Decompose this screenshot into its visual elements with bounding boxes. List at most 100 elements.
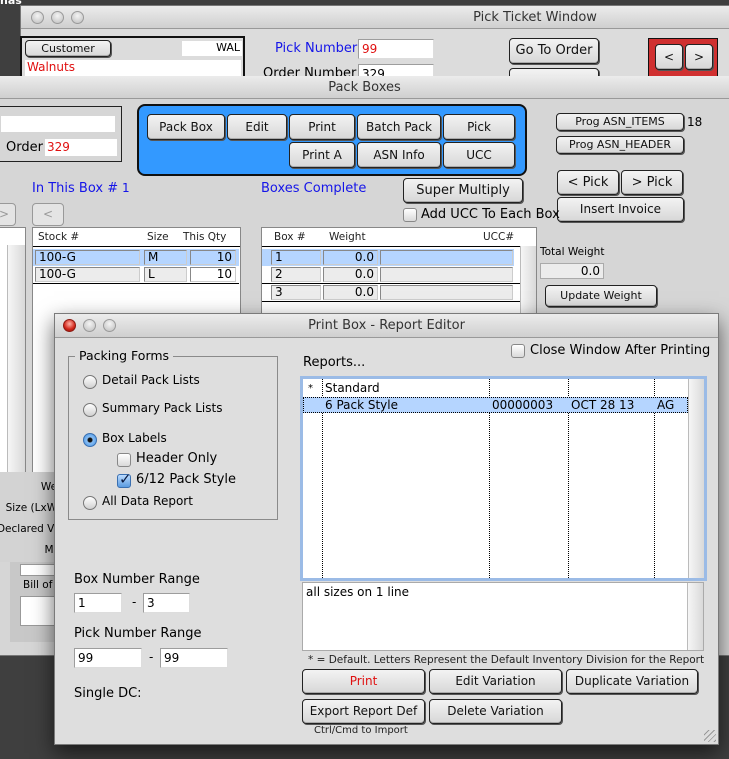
minimize-window-icon[interactable] <box>83 319 96 332</box>
pick-ticket-title: Pick Ticket Window <box>473 10 597 25</box>
edit-button[interactable]: Edit <box>227 114 287 140</box>
declared-value-label: Declared Va <box>0 523 60 535</box>
minimize-window-icon[interactable] <box>51 11 64 24</box>
description-text: all sizes on 1 line <box>306 585 410 599</box>
box-cell[interactable]: 1 <box>271 250 321 265</box>
stock-cell[interactable]: 100-G <box>35 250 140 265</box>
table-row[interactable]: 1 0.0 <box>262 249 514 266</box>
edit-variation-button[interactable]: Edit Variation <box>429 669 562 694</box>
resize-grip-icon[interactable] <box>704 730 716 742</box>
report-editor-titlebar[interactable]: Print Box - Report Editor <box>55 314 718 338</box>
table-row[interactable]: 100-G M 10 <box>33 249 239 266</box>
box-range-from-field[interactable]: 1 <box>74 593 122 613</box>
in-this-box-value: 1 <box>122 181 130 195</box>
weight-cell[interactable]: 0.0 <box>323 250 378 265</box>
box-cell[interactable]: 3 <box>271 285 321 300</box>
description-box[interactable]: all sizes on 1 line <box>302 582 704 651</box>
table-row[interactable]: 2 0.0 <box>262 267 520 284</box>
report-division: AG <box>657 398 675 412</box>
qty-cell[interactable]: 10 <box>190 267 236 282</box>
zoom-window-icon[interactable] <box>71 11 84 24</box>
forward-arrow-button[interactable]: > <box>0 203 16 226</box>
ucc-cell[interactable] <box>380 285 513 300</box>
report-default-flag: * <box>308 383 313 394</box>
pack-box-button[interactable]: Pack Box <box>147 114 225 140</box>
detail-pack-lists-radio[interactable] <box>83 375 97 389</box>
size-cell[interactable]: L <box>144 267 187 282</box>
batch-pack-button[interactable]: Batch Pack <box>357 114 441 140</box>
report-row[interactable]: * Standard <box>303 381 688 397</box>
print-a-button[interactable]: Print A <box>289 142 355 168</box>
next-record-button[interactable]: > <box>685 44 713 70</box>
header-ucc: UCC# <box>483 231 515 243</box>
close-window-icon[interactable] <box>63 319 76 332</box>
update-weight-button[interactable]: Update Weight <box>545 285 657 307</box>
report-editor-title: Print Box - Report Editor <box>308 318 465 333</box>
customer-button[interactable]: Customer <box>25 40 111 57</box>
next-pick-button[interactable]: > Pick <box>621 170 683 195</box>
prog-asn-header-button[interactable]: Prog ASN_HEADER <box>556 136 684 154</box>
pick-button[interactable]: Pick <box>443 114 515 140</box>
pick-range-to-field[interactable]: 99 <box>160 648 228 668</box>
weight-cell[interactable]: 0.0 <box>323 267 378 282</box>
header-divider <box>262 246 536 247</box>
reports-list[interactable]: * Standard 6 Pack Style 00000003 OCT 28 … <box>300 376 707 581</box>
summary-pack-lists-label: Summary Pack Lists <box>102 401 223 415</box>
pick-range-label: Pick Number Range <box>74 626 202 641</box>
bill-of-lading-panel: Bill of I <box>10 562 60 642</box>
box-range-to-field[interactable]: 3 <box>143 593 190 613</box>
close-after-print-checkbox[interactable] <box>511 344 525 358</box>
table-row[interactable]: 3 0.0 <box>262 285 520 302</box>
size-cell[interactable]: M <box>144 250 187 265</box>
prev-record-button[interactable]: < <box>655 44 683 70</box>
prev-pick-button[interactable]: < Pick <box>557 170 619 195</box>
box-labels-radio[interactable] <box>83 433 97 447</box>
duplicate-variation-button[interactable]: Duplicate Variation <box>566 669 698 694</box>
stock-cell[interactable]: 100-G <box>35 267 140 282</box>
import-hint: Ctrl/Cmd to Import <box>314 725 408 736</box>
table-row[interactable]: 100-G L 10 <box>33 267 239 284</box>
add-ucc-label: Add UCC To Each Box <box>421 207 560 222</box>
header-size: Size <box>147 231 169 243</box>
order-value: 329 <box>45 139 117 156</box>
pack-boxes-titlebar[interactable]: Pack Boxes <box>0 76 729 99</box>
prog-asn-items-button[interactable]: Prog ASN_ITEMS <box>556 113 684 131</box>
back-arrow-button[interactable]: < <box>32 203 64 226</box>
weight-cell[interactable]: 0.0 <box>323 285 378 300</box>
ucc-button[interactable]: UCC <box>443 142 515 168</box>
header-only-label: Header Only <box>136 451 218 466</box>
super-multiply-button[interactable]: Super Multiply <box>403 178 523 203</box>
reports-scrollbar[interactable] <box>688 379 704 578</box>
box-range-separator: - <box>132 595 137 609</box>
go-to-order-button[interactable]: Go To Order <box>509 38 599 64</box>
asn-info-button[interactable]: ASN Info <box>357 142 441 168</box>
all-data-report-radio[interactable] <box>83 496 97 510</box>
description-scrollbar[interactable] <box>687 583 703 650</box>
print-button[interactable]: Print <box>289 114 355 140</box>
print-report-button[interactable]: Print <box>302 669 425 694</box>
boxes-complete-label: Boxes Complete <box>261 181 367 196</box>
qty-cell[interactable]: 10 <box>190 250 236 265</box>
add-ucc-checkbox[interactable] <box>403 208 417 222</box>
box-cell[interactable]: 2 <box>271 267 321 282</box>
export-report-def-button[interactable]: Export Report Def <box>302 699 425 724</box>
summary-pack-lists-radio[interactable] <box>83 403 97 417</box>
pick-ticket-titlebar[interactable]: Pick Ticket Window <box>21 6 729 29</box>
order-panel-field[interactable] <box>1 116 115 132</box>
report-row-selected[interactable]: 6 Pack Style 00000003 OCT 28 13 AG <box>303 397 688 413</box>
close-window-icon[interactable] <box>31 11 44 24</box>
delete-variation-button[interactable]: Delete Variation <box>429 699 562 724</box>
zoom-window-icon[interactable] <box>103 319 116 332</box>
pick-range-from-field[interactable]: 99 <box>74 648 142 668</box>
pick-number-field[interactable]: 99 <box>358 39 434 59</box>
ucc-cell[interactable] <box>380 267 513 282</box>
pick-range-separator: - <box>149 650 154 664</box>
header-stock: Stock # <box>38 231 80 243</box>
insert-invoice-button[interactable]: Insert Invoice <box>557 197 684 222</box>
box-labels-label: Box Labels <box>102 431 167 445</box>
header-only-checkbox[interactable] <box>117 453 131 467</box>
report-name: Standard <box>325 381 380 395</box>
ucc-cell[interactable] <box>380 250 513 265</box>
customer-name: Walnuts <box>25 60 241 76</box>
pack-style-checkbox[interactable] <box>117 470 132 488</box>
